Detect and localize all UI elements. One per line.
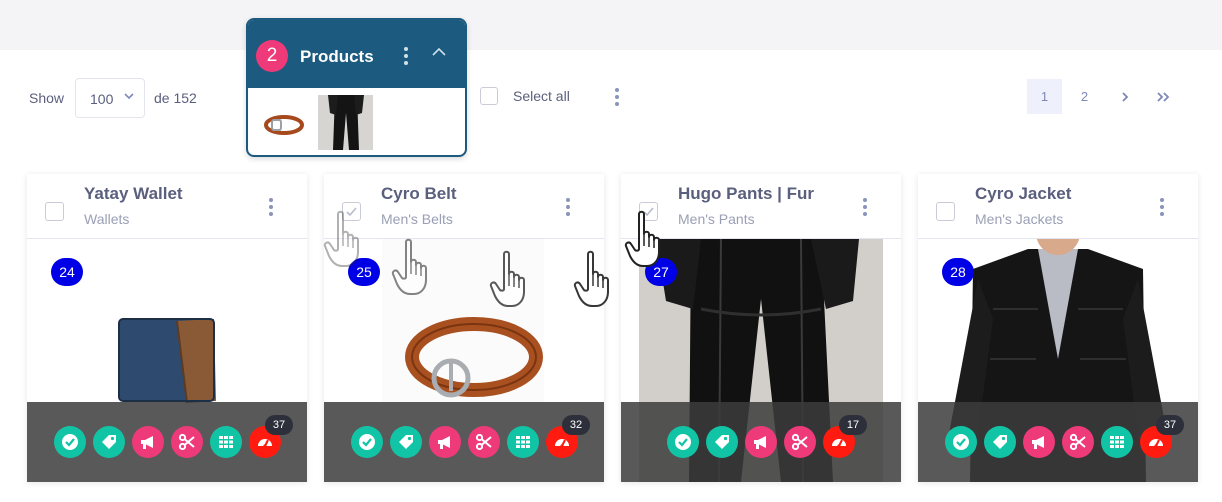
approve-button[interactable]: [945, 426, 977, 458]
product-title[interactable]: Cyro Jacket: [975, 184, 1071, 204]
per-page-select[interactable]: 100: [75, 78, 145, 118]
variants-button[interactable]: [1101, 426, 1133, 458]
cut-button[interactable]: [784, 426, 816, 458]
product-more-icon[interactable]: [862, 198, 868, 219]
product-category: Men's Belts: [381, 211, 453, 227]
product-action-bar: 32: [324, 402, 604, 482]
page-1-button[interactable]: 1: [1027, 79, 1062, 114]
card-header: Cyro Jacket Men's Jackets: [918, 174, 1198, 239]
approve-button[interactable]: [667, 426, 699, 458]
product-checkbox[interactable]: [936, 202, 955, 221]
megaphone-icon: [141, 436, 153, 449]
product-title[interactable]: Yatay Wallet: [84, 184, 183, 204]
selected-count-badge: 2: [256, 40, 288, 72]
product-category: Men's Pants: [678, 211, 755, 227]
product-action-bar: 17: [621, 402, 901, 482]
promote-button[interactable]: [132, 426, 164, 458]
tag-button[interactable]: [93, 426, 125, 458]
more-options-icon[interactable]: [614, 88, 620, 109]
scissors-icon: [791, 433, 808, 451]
panel-more-icon[interactable]: [403, 47, 409, 68]
product-title[interactable]: Cyro Belt: [381, 184, 457, 204]
per-page-value: 100: [90, 91, 114, 107]
belt-thumbnail[interactable]: [260, 95, 305, 150]
tag-icon: [715, 435, 729, 449]
speed-icon: [1149, 439, 1163, 448]
chevron-down-icon: [124, 93, 134, 100]
scissors-icon: [475, 433, 492, 451]
grid-icon: [1110, 436, 1124, 448]
hand-cursor-icon: [623, 210, 673, 270]
approve-button[interactable]: [351, 426, 383, 458]
performance-count-badge: 32: [562, 415, 590, 435]
variants-button[interactable]: [507, 426, 539, 458]
cut-button[interactable]: [468, 426, 500, 458]
select-all-label[interactable]: Select all: [513, 88, 570, 104]
check-icon: [675, 434, 691, 450]
promote-button[interactable]: [745, 426, 777, 458]
select-all-checkbox[interactable]: [480, 87, 498, 105]
scissors-icon: [178, 433, 195, 451]
tag-button[interactable]: [706, 426, 738, 458]
panel-header: 2 Products: [248, 20, 465, 88]
variants-button[interactable]: [210, 426, 242, 458]
product-category: Men's Jackets: [975, 211, 1064, 227]
product-number-badge: 28: [942, 258, 974, 286]
grid-icon: [219, 436, 233, 448]
tag-icon: [102, 435, 116, 449]
product-action-bar: 37: [918, 402, 1198, 482]
scissors-icon: [1069, 433, 1086, 451]
hand-cursor-icon: [572, 250, 622, 310]
product-card[interactable]: Yatay Wallet Wallets 24 37: [27, 174, 307, 482]
product-card[interactable]: Cyro Jacket Men's Jackets 28 37: [918, 174, 1198, 482]
pants-thumbnail[interactable]: [318, 95, 373, 150]
show-label: Show: [29, 90, 65, 106]
megaphone-icon: [438, 436, 450, 449]
tag-icon: [399, 435, 413, 449]
check-icon: [359, 434, 375, 450]
chevron-up-icon[interactable]: [431, 46, 447, 58]
product-title[interactable]: Hugo Pants | Fur: [678, 184, 814, 204]
selected-products-panel[interactable]: 2 Products: [246, 18, 467, 157]
product-category: Wallets: [84, 211, 130, 227]
speed-icon: [555, 439, 569, 448]
grid-icon: [516, 436, 530, 448]
page-2-button[interactable]: 2: [1067, 79, 1102, 114]
check-icon: [62, 434, 78, 450]
check-icon: [953, 434, 969, 450]
megaphone-icon: [1032, 436, 1044, 449]
speed-icon: [258, 439, 272, 448]
hand-cursor-icon: [390, 238, 440, 298]
tag-icon: [993, 435, 1007, 449]
double-chevron-right-icon: [1156, 92, 1169, 102]
cut-button[interactable]: [171, 426, 203, 458]
product-action-bar: 37: [27, 402, 307, 482]
speed-icon: [832, 439, 846, 448]
panel-title: Products: [300, 47, 374, 66]
product-checkbox[interactable]: [45, 202, 64, 221]
performance-count-badge: 17: [839, 415, 867, 435]
top-bar: [0, 0, 1222, 50]
tag-button[interactable]: [390, 426, 422, 458]
product-more-icon[interactable]: [1159, 198, 1165, 219]
card-header: Yatay Wallet Wallets: [27, 174, 307, 239]
hand-cursor-icon: [322, 210, 372, 270]
performance-count-badge: 37: [1156, 415, 1184, 435]
megaphone-icon: [754, 436, 766, 449]
performance-count-badge: 37: [265, 415, 293, 435]
tag-button[interactable]: [984, 426, 1016, 458]
hand-cursor-icon: [488, 250, 538, 310]
total-count-label: de 152: [154, 90, 197, 106]
promote-button[interactable]: [1023, 426, 1055, 458]
product-more-icon[interactable]: [565, 198, 571, 219]
last-page-button[interactable]: [1145, 79, 1180, 114]
approve-button[interactable]: [54, 426, 86, 458]
next-page-button[interactable]: [1107, 79, 1142, 114]
product-number-badge: 24: [51, 258, 83, 286]
cut-button[interactable]: [1062, 426, 1094, 458]
chevron-right-icon: [1121, 92, 1128, 102]
promote-button[interactable]: [429, 426, 461, 458]
product-more-icon[interactable]: [268, 198, 274, 219]
